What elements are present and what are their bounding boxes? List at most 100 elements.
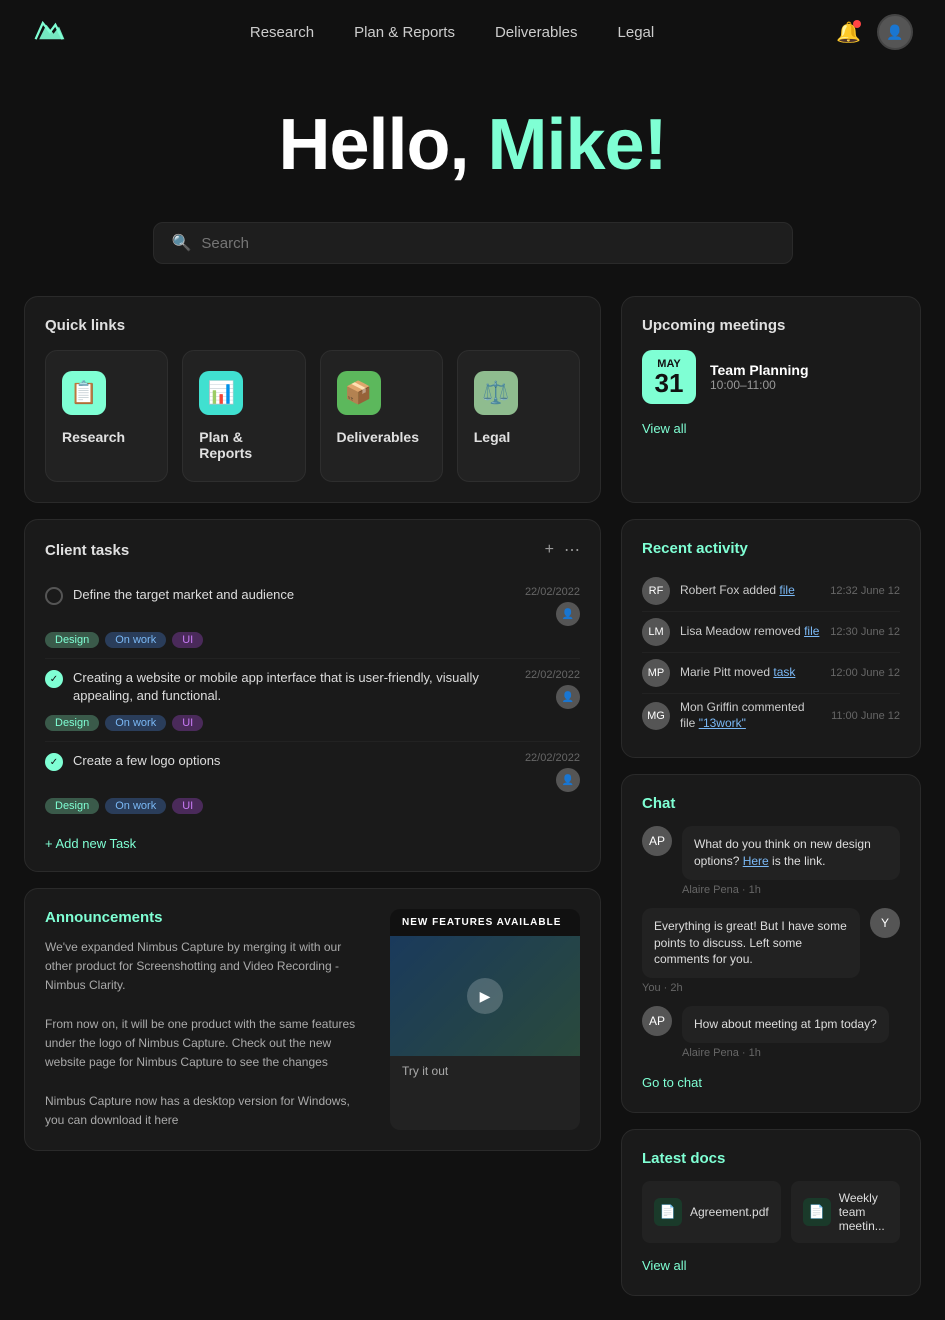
doc-icon-2: 📄 xyxy=(803,1198,831,1226)
tag-design-3: Design xyxy=(45,798,99,814)
go-to-chat-link[interactable]: Go to chat xyxy=(642,1075,702,1090)
meetings-card: Upcoming meetings May 31 Team Planning 1… xyxy=(621,296,921,503)
nav-legal[interactable]: Legal xyxy=(618,24,655,41)
task-avatar-2: 👤 xyxy=(556,685,580,709)
chat-avatar-1: AP xyxy=(642,826,672,856)
legal-label: Legal xyxy=(474,429,511,445)
quick-links-grid: 📋 Research 📊 Plan & Reports 📦 Deliverabl… xyxy=(45,350,580,482)
list-item: RF Robert Fox added file 12:32 June 12 xyxy=(642,571,900,612)
meetings-title: Upcoming meetings xyxy=(642,317,900,334)
search-section: 🔍 xyxy=(0,206,945,296)
left-column: Client tasks + ⋯ Define the target marke… xyxy=(24,519,601,1296)
tasks-title: Client tasks xyxy=(45,542,129,559)
task-more-button[interactable]: ⋯ xyxy=(564,540,580,560)
table-row: ✓ Create a few logo options 22/02/2022 👤… xyxy=(45,742,580,824)
nav-research[interactable]: Research xyxy=(250,24,314,41)
task-text-2: Creating a website or mobile app interfa… xyxy=(73,669,515,705)
announce-right: NEW FEATURES AVAILABLE ▶ Try it out xyxy=(390,909,580,1130)
recent-activity-card: Recent activity RF Robert Fox added file… xyxy=(621,519,921,758)
deliverables-label: Deliverables xyxy=(337,429,420,445)
try-it-out-link[interactable]: Try it out xyxy=(390,1056,580,1086)
activity-text-3: Marie Pitt moved task xyxy=(680,665,820,681)
activity-avatar-3: MP xyxy=(642,659,670,687)
doc-item-2[interactable]: 📄 Weekly team meetin... xyxy=(791,1181,900,1243)
chat-message-3: AP How about meeting at 1pm today? Alair… xyxy=(642,1006,900,1059)
docs-title: Latest docs xyxy=(642,1150,900,1167)
task-text-3: Create a few logo options xyxy=(73,752,220,770)
client-tasks-card: Client tasks + ⋯ Define the target marke… xyxy=(24,519,601,872)
plan-reports-icon: 📊 xyxy=(199,371,243,415)
activity-time-2: 12:30 June 12 xyxy=(830,626,900,638)
meetings-view-all[interactable]: View all xyxy=(642,421,687,436)
task-text-1: Define the target market and audience xyxy=(73,586,294,604)
navigation: Research Plan & Reports Deliverables Leg… xyxy=(0,0,945,64)
nav-deliverables[interactable]: Deliverables xyxy=(495,24,578,41)
nav-links: Research Plan & Reports Deliverables Leg… xyxy=(250,24,654,41)
quick-link-plan-reports[interactable]: 📊 Plan & Reports xyxy=(182,350,305,482)
doc-name-2: Weekly team meetin... xyxy=(839,1191,888,1233)
chat-meta-2: You · 2h xyxy=(642,982,860,994)
task-avatar-1: 👤 xyxy=(556,602,580,626)
logo[interactable] xyxy=(32,14,68,50)
activity-title: Recent activity xyxy=(642,540,900,557)
deliverables-icon: 📦 xyxy=(337,371,381,415)
docs-view-all[interactable]: View all xyxy=(642,1258,687,1273)
research-icon: 📋 xyxy=(62,371,106,415)
activity-avatar-1: RF xyxy=(642,577,670,605)
task-date-2: 22/02/2022 xyxy=(525,669,580,681)
list-item: LM Lisa Meadow removed file 12:30 June 1… xyxy=(642,612,900,653)
chat-bubble-1: What do you think on new design options?… xyxy=(682,826,900,880)
activity-text-2: Lisa Meadow removed file xyxy=(680,624,820,640)
chat-card: Chat AP What do you think on new design … xyxy=(621,774,921,1113)
add-new-task-button[interactable]: + Add new Task xyxy=(45,836,136,851)
quick-link-research[interactable]: 📋 Research xyxy=(45,350,168,482)
task-checkbox-1[interactable] xyxy=(45,587,63,605)
list-item: MG Mon Griffin commented file "13work" 1… xyxy=(642,694,900,737)
task-avatar-3: 👤 xyxy=(556,768,580,792)
doc-item-1[interactable]: 📄 Agreement.pdf xyxy=(642,1181,781,1243)
bottom-section: Client tasks + ⋯ Define the target marke… xyxy=(0,519,945,1320)
task-checkbox-3[interactable]: ✓ xyxy=(45,753,63,771)
docs-grid: 📄 Agreement.pdf 📄 Weekly team meetin... xyxy=(642,1181,900,1243)
feature-preview[interactable]: ▶ xyxy=(390,936,580,1056)
user-avatar-nav[interactable]: 👤 xyxy=(877,14,913,50)
quick-link-deliverables[interactable]: 📦 Deliverables xyxy=(320,350,443,482)
task-tags-3: Design On work UI xyxy=(45,798,580,814)
meeting-title: Team Planning xyxy=(710,362,809,378)
task-tags-2: Design On work UI xyxy=(45,715,580,731)
meeting-item: May 31 Team Planning 10:00–11:00 xyxy=(642,350,900,404)
nav-plan-reports[interactable]: Plan & Reports xyxy=(354,24,455,41)
notifications-button[interactable]: 🔔 xyxy=(836,20,861,45)
activity-avatar-4: MG xyxy=(642,702,670,730)
greeting-text: Hello, xyxy=(278,105,487,185)
quick-link-legal[interactable]: ⚖️ Legal xyxy=(457,350,580,482)
table-row: Define the target market and audience 22… xyxy=(45,576,580,659)
tag-design: Design xyxy=(45,632,99,648)
tag-ui-2: UI xyxy=(172,715,203,731)
chat-message-2: Y Everything is great! But I have some p… xyxy=(642,908,900,994)
doc-name-1: Agreement.pdf xyxy=(690,1205,769,1219)
add-task-icon-button[interactable]: + xyxy=(545,541,554,559)
announce-left: Announcements We've expanded Nimbus Capt… xyxy=(45,909,370,1130)
activity-text-4: Mon Griffin commented file "13work" xyxy=(680,700,821,731)
greeting-name: Mike! xyxy=(488,105,667,185)
nav-right: 🔔 👤 xyxy=(836,14,913,50)
chat-meta-1: Alaire Pena · 1h xyxy=(682,884,900,896)
task-checkbox-2[interactable]: ✓ xyxy=(45,670,63,688)
tag-on-work-3: On work xyxy=(105,798,166,814)
tag-on-work-2: On work xyxy=(105,715,166,731)
announce-title: Announcements xyxy=(45,909,370,926)
task-date-3: 22/02/2022 xyxy=(525,752,580,764)
play-button[interactable]: ▶ xyxy=(467,978,503,1014)
latest-docs-card: Latest docs 📄 Agreement.pdf 📄 Weekly tea… xyxy=(621,1129,921,1296)
chat-avatar-3: AP xyxy=(642,1006,672,1036)
tag-on-work: On work xyxy=(105,632,166,648)
search-input[interactable] xyxy=(201,235,773,252)
activity-time-3: 12:00 June 12 xyxy=(830,667,900,679)
activity-time-4: 11:00 June 12 xyxy=(831,710,900,722)
tag-ui: UI xyxy=(172,632,203,648)
legal-icon: ⚖️ xyxy=(474,371,518,415)
activity-text-1: Robert Fox added file xyxy=(680,583,820,599)
search-icon: 🔍 xyxy=(172,233,192,253)
activity-time-1: 12:32 June 12 xyxy=(830,585,900,597)
